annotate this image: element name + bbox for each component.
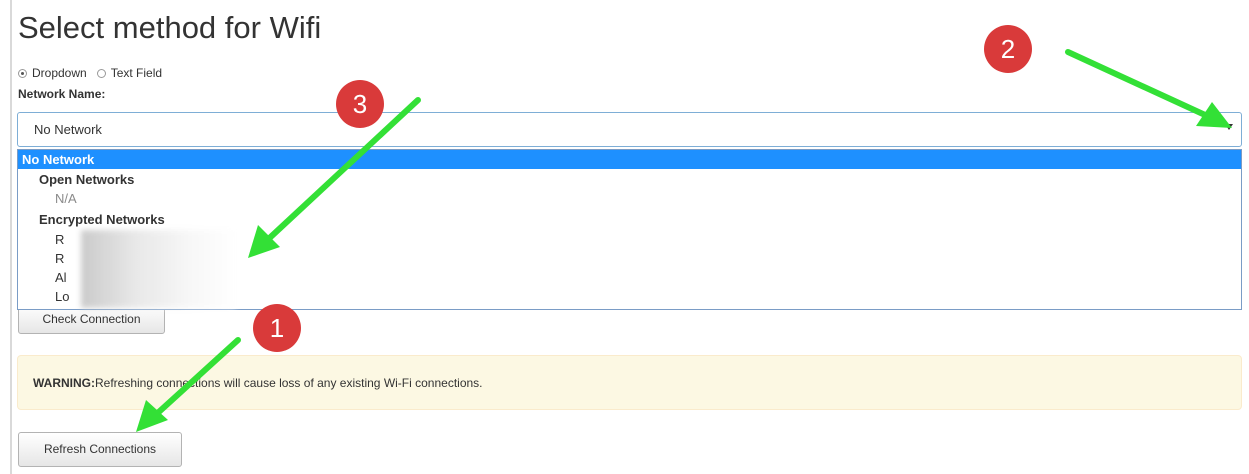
network-select-value: No Network xyxy=(34,122,102,137)
redaction-blur xyxy=(81,230,236,308)
network-dropdown-list[interactable]: No Network Open Networks N/A Encrypted N… xyxy=(17,149,1242,310)
warning-text: Refreshing connections will cause loss o… xyxy=(95,376,483,390)
radio-dropdown-label[interactable]: Dropdown xyxy=(32,66,87,80)
refresh-connections-button[interactable]: Refresh Connections xyxy=(18,432,182,467)
svg-text:1: 1 xyxy=(270,313,284,343)
optgroup-encrypted-networks: Encrypted Networks xyxy=(39,212,165,227)
warning-label: WARNING: xyxy=(33,376,95,390)
method-radio-group: Dropdown Text Field xyxy=(18,66,172,80)
chevron-down-icon[interactable] xyxy=(1225,124,1233,130)
radio-button-icon[interactable] xyxy=(18,68,27,78)
warning-alert: WARNING:Refreshing connections will caus… xyxy=(17,355,1242,410)
optgroup-open-networks: Open Networks xyxy=(39,172,135,187)
annotation-badge-2: 2 xyxy=(984,25,1032,73)
network-select[interactable]: No Network xyxy=(17,112,1242,147)
page-left-border xyxy=(10,0,12,474)
option-open-na[interactable]: N/A xyxy=(18,189,1241,208)
radio-text-field-label[interactable]: Text Field xyxy=(111,66,162,80)
page-title: Select method for Wifi xyxy=(18,10,322,45)
svg-text:2: 2 xyxy=(1001,34,1015,64)
annotation-badge-1: 1 xyxy=(253,304,301,352)
network-name-label: Network Name: xyxy=(18,87,106,101)
radio-button-icon[interactable] xyxy=(96,68,106,78)
option-no-network[interactable]: No Network xyxy=(18,150,1241,169)
